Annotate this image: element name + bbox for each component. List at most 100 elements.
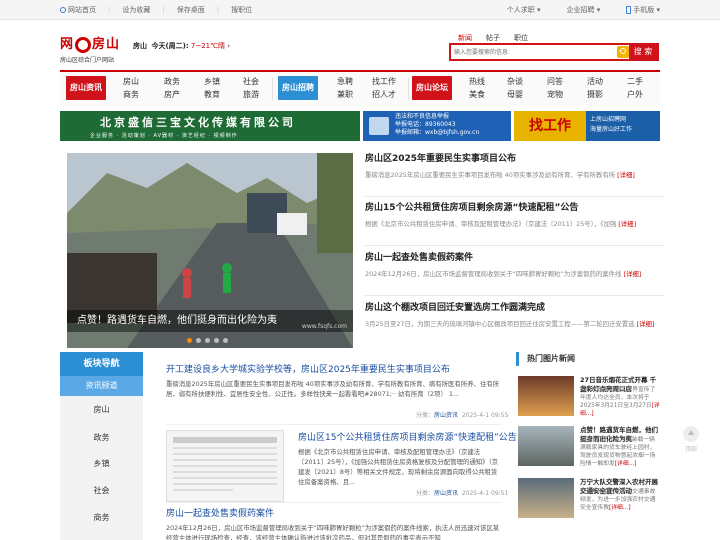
nav-link-label: 房山 xyxy=(123,77,139,86)
report-banner-line: 举报电话：89360043 xyxy=(395,121,456,128)
favorite-link[interactable]: 设为收藏 xyxy=(122,5,150,15)
article-category-link[interactable]: 房山资讯 xyxy=(434,490,458,497)
headline-item[interactable]: 房山15个公共租赁住房项目剩余房源“快速配租”公告 根据《北京市公共租赁住房申请… xyxy=(365,200,665,246)
search-button[interactable]: 搜 索 xyxy=(629,45,657,59)
nav-col-findjob[interactable]: 找工作 招人才 xyxy=(366,75,402,101)
nav-col-society[interactable]: 社会 旅游 xyxy=(236,75,266,101)
company-recruit-link[interactable]: 企业招聘 ▾ xyxy=(567,5,601,15)
chevron-right-icon: › xyxy=(227,42,231,50)
article-title[interactable]: 开工建设良乡大学城实验学校等，房山区2025年重要民生实事项目公布 xyxy=(166,362,502,375)
nav-col-town[interactable]: 乡镇 教育 xyxy=(197,75,227,101)
article-item[interactable]: 房山一起查处售卖假药案件 2024年12月26日，房山区市场监督管理局收到关于“… xyxy=(166,506,502,540)
nav-link-label: 户外 xyxy=(627,90,643,99)
slide-dot[interactable] xyxy=(205,338,210,343)
nav-block-news[interactable]: 房山资讯 xyxy=(66,76,106,100)
article-category-link[interactable]: 房山资讯 xyxy=(434,412,458,419)
jobs-banner-line: 上房山招聘网 xyxy=(590,116,627,123)
weather-location: 房山 xyxy=(133,42,147,50)
nav-divider xyxy=(408,78,409,100)
hot-news-item[interactable]: 27日音乐烟花正式开幕 千盏彩灯点亮周口店 近日永佩都市花花世界宣传了年度人均达… xyxy=(518,376,660,420)
jobs-banner[interactable]: 找工作 上房山招聘网 海量房山好工作 xyxy=(514,111,660,141)
nav-col-urgent[interactable]: 急聘 兼职 xyxy=(330,75,360,101)
headline-title[interactable]: 房山15个公共租赁住房项目剩余房源“快速配租”公告 xyxy=(365,200,665,213)
hot-news-item[interactable]: 点赞！路遇货车自燃，他们挺身而出化险为夷 3月25日下午，河北装载一辆满载家具的… xyxy=(518,426,660,470)
article-desc: 重磅消息2025年房山区重要民生实事项目发布啦 40项实事涉及幼有所育、学有所教… xyxy=(166,380,500,398)
personal-jobseek-link[interactable]: 个人求职 ▾ xyxy=(507,5,541,15)
company-recruit-label: 企业招聘 xyxy=(566,6,595,14)
article-thumbnail[interactable] xyxy=(166,430,284,502)
phone-icon xyxy=(626,6,632,14)
back-to-top-button[interactable]: 顶部 xyxy=(679,426,703,460)
hot-news-thumbnail[interactable] xyxy=(518,426,574,466)
headline-more-link[interactable]: [详细] xyxy=(637,320,655,328)
divider xyxy=(166,502,502,503)
weather: 房山 今天(周二): 7~21℃晴 › xyxy=(133,41,230,51)
ad-banner-media-title: 北京盛信三宝文化传媒有限公司 xyxy=(100,116,296,129)
hot-news-more-link[interactable]: [详细...] xyxy=(609,505,631,511)
photo-slideshow[interactable]: 点赞！路遇货车自燃，他们挺身而出化险为夷 www.fsqfs.com xyxy=(67,153,353,348)
jobs-banner-line: 海量房山好工作 xyxy=(590,126,633,133)
ad-banner-media[interactable]: 北京盛信三宝文化传媒有限公司 企业服务 · 活动策划 · AV器材 · 演艺经纪… xyxy=(60,111,360,141)
slide-dot[interactable] xyxy=(187,338,192,343)
headline-item[interactable]: 房山一起查处售卖假药案件 2024年12月26日，房山区市场监督管理局收到关于“… xyxy=(365,250,665,296)
hot-news-item[interactable]: 万宁大队交警深入农村开展交通安全宣传活动 近日年来制区北京人交通事故频发，为进一… xyxy=(518,478,660,522)
nav-block-jobs[interactable]: 房山招聘 xyxy=(278,76,318,100)
slide-dot[interactable] xyxy=(196,338,201,343)
slide-dot[interactable] xyxy=(223,338,228,343)
nav-link-label: 商务 xyxy=(123,90,139,99)
headline-title[interactable]: 房山一起查处售卖假药案件 xyxy=(365,250,665,263)
site-logo[interactable]: 网 房山 房山区综合门户网站 xyxy=(60,33,122,65)
sidebar-item-fangshan[interactable]: 房山 xyxy=(60,404,143,415)
headline-more-link[interactable]: [详细] xyxy=(617,171,635,179)
nav-col-activity[interactable]: 活动 摄影 xyxy=(580,75,610,101)
nav-col-gov[interactable]: 政务 房产 xyxy=(157,75,187,101)
hot-news-more-link[interactable]: [详细...] xyxy=(615,461,637,467)
nav-block-forum[interactable]: 房山论坛 xyxy=(412,76,452,100)
hot-news-thumbnail[interactable] xyxy=(518,478,574,518)
sidebar-subheader[interactable]: 资讯频道 xyxy=(60,376,143,396)
personal-jobseek-label: 个人求职 xyxy=(506,6,535,14)
hot-news-desc: 3月25日下午，河北装载一辆满载家具的货车驶经上园村，驾驶员发现货物冒起浓烟一场… xyxy=(580,436,660,468)
nav-col-talk[interactable]: 杂谈 母婴 xyxy=(500,75,530,101)
headline-more-link[interactable]: [详细] xyxy=(623,270,641,278)
nav-link-label: 摄影 xyxy=(587,90,603,99)
headline-title[interactable]: 房山区2025年重要民生实事项目公布 xyxy=(365,151,665,164)
top-bar-right: 个人求职 ▾ 企业招聘 ▾ 手机版 ▾ xyxy=(507,0,660,20)
report-banner-line: 违法和不良信息举报 xyxy=(395,113,450,120)
nav-col-fangshan[interactable]: 房山 商务 xyxy=(116,75,146,101)
search-jobs-link[interactable]: 搜职位 xyxy=(231,5,252,15)
sidebar-item-town[interactable]: 乡镇 xyxy=(60,458,143,469)
slide-dot[interactable] xyxy=(214,338,219,343)
headline-item[interactable]: 房山区2025年重要民生实事项目公布 重磅消息2025年房山区重要民生实事项目发… xyxy=(365,151,665,197)
slide-watermark: www.fsqfs.com xyxy=(301,323,347,330)
article-title[interactable]: 房山一起查处售卖假药案件 xyxy=(166,506,502,519)
search-input[interactable] xyxy=(451,45,617,59)
nav-col-qa[interactable]: 问答 宠物 xyxy=(540,75,570,101)
nav-link-label: 乡镇 xyxy=(204,77,220,86)
headline-more-link[interactable]: [详细] xyxy=(618,220,636,228)
headline-title[interactable]: 房山这个棚改项目回迁安置选房工作圆满完成 xyxy=(365,300,665,313)
logo-title: 网 房山 xyxy=(60,33,122,53)
nav-link-label: 招人才 xyxy=(372,90,396,99)
sidebar-item-gov[interactable]: 政务 xyxy=(60,432,143,443)
desktop-link[interactable]: 保存桌面 xyxy=(177,5,205,15)
search-box: 搜 索 xyxy=(449,43,659,61)
report-banner[interactable]: 违法和不良信息举报 举报电话：89360043 举报邮箱：wxb@bjfsh.g… xyxy=(363,111,511,141)
mobile-link[interactable]: 手机版 ▾ xyxy=(626,5,660,15)
article-title[interactable]: 房山区15个公共租赁住房项目剩余房源“快速配租”公告 xyxy=(298,430,517,443)
search-icon[interactable] xyxy=(617,46,629,58)
nav-col-secondhand[interactable]: 二手 户外 xyxy=(620,75,650,101)
divider xyxy=(365,245,665,246)
hot-news-header: 热门图片新闻 xyxy=(516,352,660,366)
lock-icon xyxy=(369,117,389,135)
sidebar-item-business[interactable]: 商务 xyxy=(60,512,143,523)
nav-link-label: 母婴 xyxy=(507,90,523,99)
hot-news-thumbnail[interactable] xyxy=(518,376,574,416)
article-item[interactable]: 房山区15个公共租赁住房项目剩余房源“快速配租”公告 根据《北京市公共租赁住房申… xyxy=(298,430,517,502)
home-link[interactable]: 网站首页 xyxy=(60,5,96,15)
nav-col-hotline[interactable]: 热线 美食 xyxy=(462,75,492,101)
headline-item[interactable]: 房山这个棚改项目回迁安置选房工作圆满完成 3月25日至27日，为期三天的琉璃河镇… xyxy=(365,300,665,329)
article-item[interactable]: 开工建设良乡大学城实验学校等，房山区2025年重要民生实事项目公布 重磅消息20… xyxy=(166,362,508,424)
sidebar-item-society[interactable]: 社会 xyxy=(60,485,143,496)
article-desc: 根据《北京市公共租赁住房申请、审核及配租管理办法》（京建法〔2011〕25号），… xyxy=(298,448,499,486)
